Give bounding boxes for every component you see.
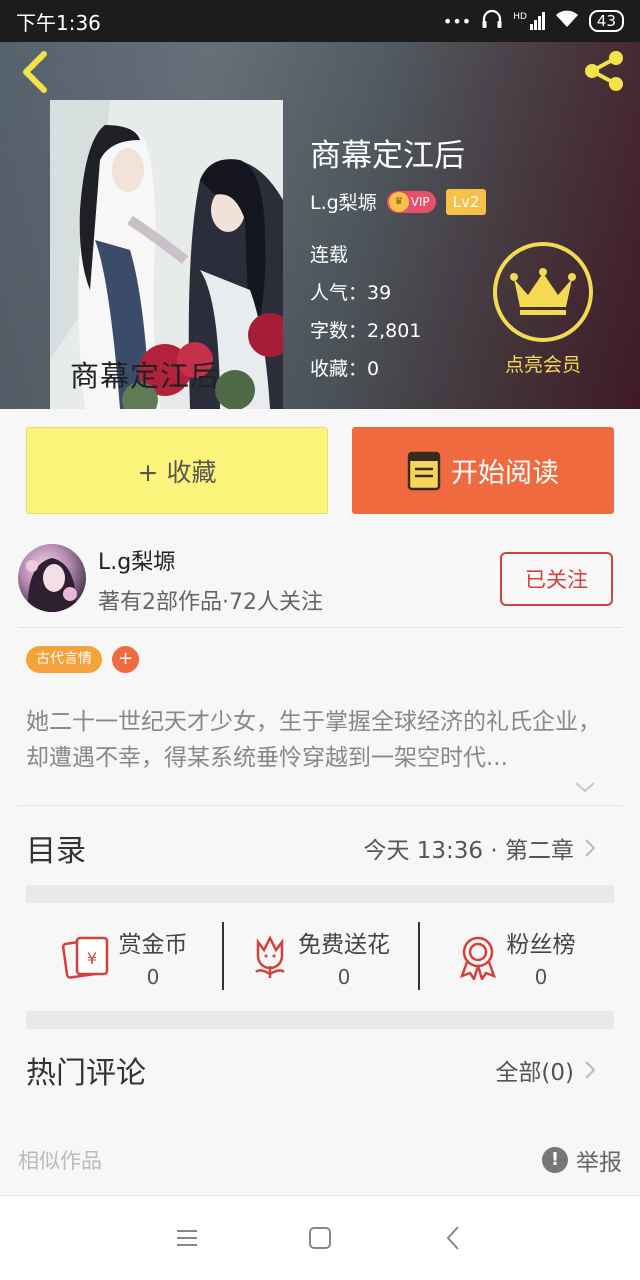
chevron-right-icon <box>585 1061 596 1079</box>
fan-ranking[interactable]: 粉丝榜 0 <box>418 904 614 1010</box>
share-icon <box>585 51 623 91</box>
back-chevron-icon <box>23 51 47 93</box>
book-stats: 连载 人气：39 字数：2,801 收藏：0 <box>310 236 421 388</box>
reward-value: 0 <box>146 965 160 989</box>
level-badge: Lv2 <box>445 188 487 215</box>
reward-coins[interactable]: ¥ 赏金币 0 <box>26 904 222 1010</box>
reward-label: 赏金币 <box>118 932 188 958</box>
report-label: 举报 <box>576 1150 622 1176</box>
back-nav-icon <box>446 1226 460 1250</box>
catalog-row[interactable]: 目录 今天 13:36 · 第二章 <box>26 820 596 876</box>
report-button[interactable]: ! 举报 <box>542 1143 622 1177</box>
status-bar: 下午1:36 ••• HD 43 <box>0 0 640 42</box>
start-reading-button[interactable]: 开始阅读 <box>352 427 614 514</box>
author-card: L.g梨塬 著有2部作品·72人关注 已关注 <box>0 534 640 628</box>
latest-chapter: 今天 13:36 · 第二章 <box>363 838 574 864</box>
vip-badge: ♛ VIP <box>386 190 436 213</box>
add-tag-button[interactable]: + <box>112 646 139 673</box>
avatar[interactable] <box>18 544 86 612</box>
home-button[interactable] <box>300 1218 340 1258</box>
support-stats: ¥ 赏金币 0 免费送花 0 粉丝榜 0 <box>26 904 614 1010</box>
author-meta: 著有2部作品·72人关注 <box>98 590 323 615</box>
status-time: 下午1:36 <box>16 10 101 35</box>
vip-label: VIP <box>410 194 430 209</box>
favorites-count: 收藏：0 <box>310 358 380 380</box>
free-flowers[interactable]: 免费送花 0 <box>222 904 418 1010</box>
follow-button[interactable]: 已关注 <box>500 552 613 606</box>
svg-text:¥: ¥ <box>86 949 96 968</box>
signal-icon: HD <box>513 12 545 30</box>
menu-button[interactable] <box>167 1218 207 1258</box>
collect-button[interactable]: + 收藏 <box>26 427 328 514</box>
popularity: 人气：39 <box>310 282 392 304</box>
back-button[interactable] <box>16 48 56 96</box>
section-separator <box>26 1011 614 1029</box>
book-cover[interactable]: 商幕定江后 <box>50 100 283 409</box>
cover-title: 商幕定江后 <box>70 359 221 393</box>
member-label: 点亮会员 <box>504 354 581 376</box>
fans-value: 0 <box>534 965 548 989</box>
warning-icon: ! <box>542 1147 568 1173</box>
chevron-right-icon <box>585 839 596 857</box>
author-line: L.g梨塬 ♛ VIP Lv2 <box>310 188 487 215</box>
member-button[interactable]: 点亮会员 <box>493 242 593 377</box>
book-title: 商幕定江后 <box>310 138 465 174</box>
award-ribbon-icon <box>459 936 496 980</box>
member-circle <box>493 242 593 342</box>
fans-label: 粉丝榜 <box>506 932 576 958</box>
start-reading-label: 开始阅读 <box>451 458 559 489</box>
similar-works-label[interactable]: 相似作品 <box>18 1145 102 1175</box>
home-square-icon <box>308 1227 331 1249</box>
tag-item[interactable]: 古代言情 <box>26 646 102 673</box>
system-nav-bar <box>0 1195 640 1280</box>
wifi-icon <box>555 10 579 32</box>
action-bar: + 收藏 开始阅读 <box>0 409 640 534</box>
red-envelope-icon: ¥ <box>61 936 108 979</box>
expand-chevron-icon[interactable] <box>574 780 596 794</box>
section-separator <box>26 885 614 903</box>
catalog-title: 目录 <box>26 834 86 869</box>
flower-icon <box>255 935 285 978</box>
hot-comments-title: 热门评论 <box>26 1056 146 1091</box>
more-dots-icon: ••• <box>442 11 472 31</box>
avatar-image <box>26 558 77 612</box>
headphones-icon <box>481 9 503 33</box>
book-description[interactable]: 她二十一世纪天才少女，生于掌握全球经济的礼氏企业，却遭遇不幸，得某系统垂怜穿越到… <box>26 704 606 776</box>
author-name[interactable]: L.g梨塬 <box>98 544 175 576</box>
share-button[interactable] <box>580 46 630 96</box>
crown-icon <box>510 268 576 315</box>
signal-hd-label: HD <box>513 12 527 22</box>
divider <box>18 805 622 806</box>
flower-label: 免费送花 <box>298 932 390 958</box>
crown-small-icon: ♛ <box>388 191 409 212</box>
book-icon <box>407 451 441 490</box>
all-comments-link[interactable]: 全部(0) <box>495 1053 574 1087</box>
flower-value: 0 <box>337 965 351 989</box>
author-name-header[interactable]: L.g梨塬 <box>310 188 377 215</box>
word-count: 字数：2,801 <box>310 320 422 342</box>
menu-icon <box>176 1230 197 1246</box>
book-header: 商幕定江后 商幕定江后 L.g梨塬 ♛ VIP Lv2 连载 人气：39 字数：… <box>0 42 640 409</box>
divider <box>18 627 622 628</box>
tag-list: 古代言情 + <box>26 646 139 673</box>
hot-comments-row[interactable]: 热门评论 全部(0) <box>26 1040 596 1100</box>
back-nav-button[interactable] <box>433 1218 473 1258</box>
battery-icon: 43 <box>588 10 624 32</box>
serial-status: 连载 <box>310 244 349 266</box>
